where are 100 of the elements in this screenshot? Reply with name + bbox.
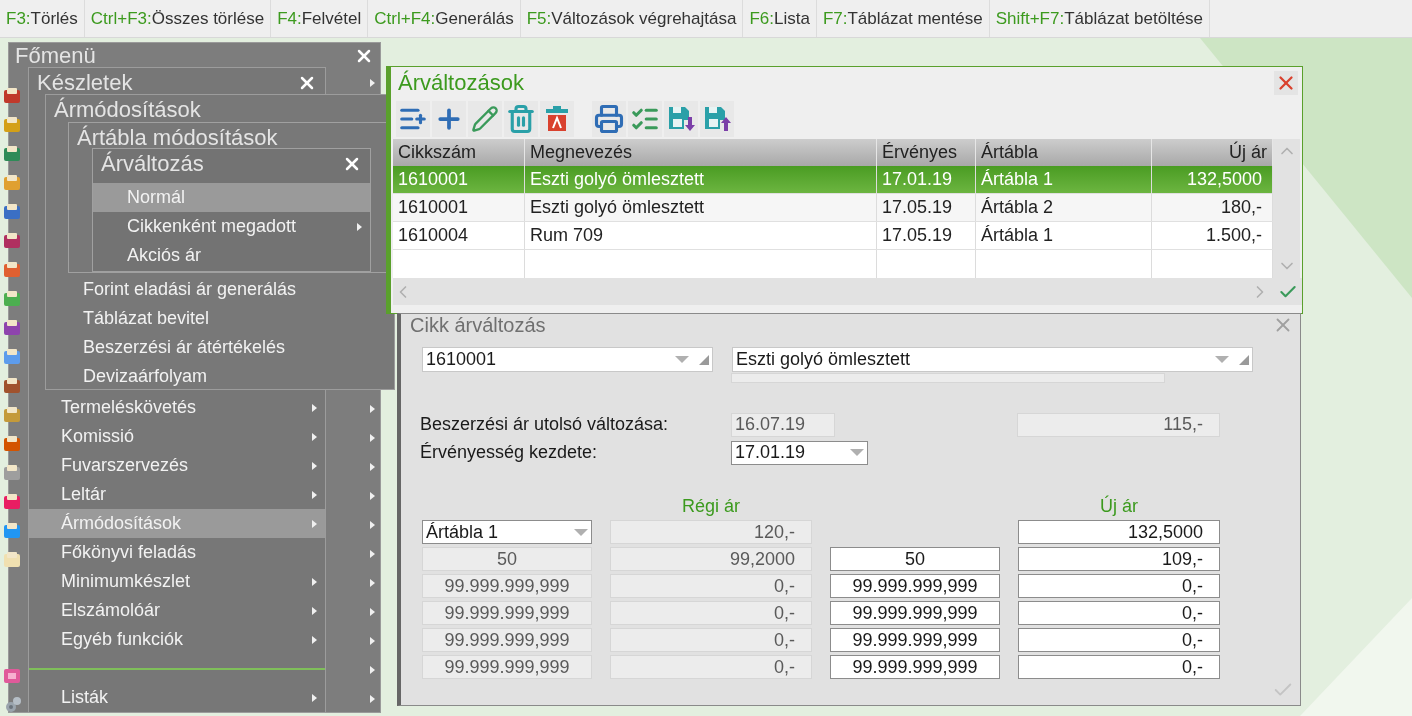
menu-item[interactable]: Akciós ár <box>93 241 370 270</box>
quantity-field[interactable]: 99.999.999,999 <box>830 601 1000 625</box>
module-icon[interactable] <box>3 347 22 366</box>
module-icon[interactable] <box>3 521 22 540</box>
close-button[interactable] <box>1274 71 1298 95</box>
new-price-field[interactable]: 0,- <box>1018 574 1220 598</box>
menu-item[interactable]: Komissió <box>29 422 325 451</box>
table-cell: 1610001 <box>393 166 525 193</box>
quantity-field[interactable]: 99.999.999,999 <box>830 574 1000 598</box>
quantity-field[interactable]: 50 <box>830 547 1000 571</box>
old-price-field[interactable]: 0,- <box>610 628 812 652</box>
menu-item[interactable]: Beszerzési ár átértékelés <box>46 333 297 362</box>
menu-item[interactable]: Listák <box>29 683 325 712</box>
menu-item-label: Minimumkészlet <box>61 570 191 593</box>
quantity-field[interactable]: 99.999.999,999 <box>830 628 1000 652</box>
print-button[interactable] <box>592 101 626 137</box>
module-icon[interactable] <box>3 231 22 250</box>
table-cell: 17.05.19 <box>877 194 976 221</box>
menu-title: Árváltozás <box>101 152 204 175</box>
old-price-field[interactable]: 0,- <box>610 655 812 679</box>
module-icon[interactable] <box>3 144 22 163</box>
function-key-button[interactable]: F7:Táblázat mentése <box>816 0 990 37</box>
menu-item[interactable]: Fuvarszervezés <box>29 451 325 480</box>
module-icon[interactable] <box>3 318 22 337</box>
menu-item[interactable]: Cikkenként megadott <box>93 212 370 241</box>
table-cell: Eszti golyó ömlesztett <box>525 166 877 193</box>
menu-item[interactable]: Devizaárfolyam <box>46 362 297 391</box>
menu-item-label: Egyéb funkciók <box>61 628 184 651</box>
quantity-limit-field[interactable]: 99.999.999,999 <box>422 655 592 679</box>
module-icon[interactable] <box>3 115 22 134</box>
delete-button[interactable] <box>504 101 538 137</box>
quantity-limit-field[interactable]: 99.999.999,999 <box>422 628 592 652</box>
caret-right-icon <box>312 461 317 470</box>
date-field[interactable]: 16.07.19 <box>731 412 835 437</box>
save-table-button[interactable] <box>664 101 698 137</box>
menu-item[interactable]: Termeléskövetés <box>29 393 325 422</box>
gear-icon[interactable] <box>3 695 22 714</box>
module-icon[interactable] <box>3 550 22 569</box>
table-row[interactable]: 1610001 Eszti golyó ömlesztett 17.05.19 Ártábla 2 180,- <box>393 194 1273 222</box>
module-icon[interactable] <box>3 405 22 424</box>
table-row[interactable]: 1610004 Rum 709 17.05.19 Ártábla 1 1.500,- <box>393 222 1273 250</box>
dropdown-arrow-icon <box>1215 356 1229 363</box>
old-price-field[interactable]: 120,- <box>610 520 812 544</box>
load-table-button[interactable] <box>700 101 734 137</box>
menu-item-label: Főkönyvi feladás <box>61 541 197 564</box>
add-list-button[interactable] <box>396 101 430 137</box>
horizontal-scrollbar[interactable] <box>393 278 1302 305</box>
menu-item-label: Akciós ár <box>127 244 202 267</box>
function-key-button[interactable]: F6:Lista <box>743 0 817 37</box>
function-key-button[interactable]: F5:Változások végrehajtása <box>520 0 744 37</box>
module-icon[interactable] <box>3 289 22 308</box>
function-key-button[interactable]: F3:Törlés <box>0 0 85 37</box>
function-key-button[interactable]: Ctrl+F4:Generálás <box>368 0 521 37</box>
old-price-field[interactable]: 99,2000 <box>610 547 812 571</box>
menu-item[interactable]: Elszámolóár <box>29 596 325 625</box>
description-field[interactable] <box>731 373 1165 383</box>
caret-right-icon <box>369 491 375 500</box>
apply-button[interactable] <box>628 101 662 137</box>
delete-all-button[interactable] <box>540 101 574 137</box>
module-icon[interactable] <box>3 463 22 482</box>
menu-item[interactable]: Minimumkészlet <box>29 567 325 596</box>
quantity-limit-field[interactable]: 50 <box>422 547 592 571</box>
menu-item[interactable]: Forint eladási ár generálás <box>46 275 297 304</box>
menu-item[interactable]: Leltár <box>29 480 325 509</box>
edit-button[interactable] <box>468 101 502 137</box>
function-key-button[interactable]: Shift+F7:Táblázat betöltése <box>989 0 1211 37</box>
module-icon[interactable] <box>3 202 22 221</box>
item-code-combo[interactable]: 1610001 <box>422 347 713 372</box>
quantity-field[interactable]: 99.999.999,999 <box>830 655 1000 679</box>
module-icon[interactable] <box>3 260 22 279</box>
module-icon[interactable] <box>3 434 22 453</box>
menu-title: Főmenü <box>15 45 96 67</box>
new-price-field[interactable]: 0,- <box>1018 601 1220 625</box>
new-price-field[interactable]: 109,- <box>1018 547 1220 571</box>
old-price-field[interactable]: 0,- <box>610 574 812 598</box>
module-icon[interactable] <box>3 86 22 105</box>
caret-right-icon <box>369 549 375 558</box>
quantity-limit-field[interactable]: 99.999.999,999 <box>422 601 592 625</box>
vertical-scrollbar[interactable] <box>1273 139 1300 278</box>
old-price-field[interactable]: 0,- <box>610 601 812 625</box>
new-price-field[interactable]: 0,- <box>1018 628 1220 652</box>
menu-item[interactable]: Táblázat bevitel <box>46 304 297 333</box>
menu-item-label: Elszámolóár <box>61 599 161 622</box>
add-button[interactable] <box>432 101 466 137</box>
item-name-combo[interactable]: Eszti golyó ömlesztett <box>732 347 1253 372</box>
menu-item[interactable]: Egyéb funkciók <box>29 625 325 654</box>
module-icon[interactable] <box>3 376 22 395</box>
new-price-field[interactable]: 0,- <box>1018 655 1220 679</box>
function-key-button[interactable]: F4:Felvétel <box>271 0 369 37</box>
quantity-limit-field[interactable]: 99.999.999,999 <box>422 574 592 598</box>
price-field[interactable]: 115,- <box>1017 412 1220 437</box>
caret-right-icon <box>357 222 362 231</box>
price-table-combo[interactable]: Ártábla 1 <box>422 520 592 544</box>
function-key-button[interactable]: Ctrl+F3:Összes törlése <box>84 0 272 37</box>
menu-item[interactable]: Főkönyvi feladás <box>29 538 325 567</box>
new-price-field[interactable]: 132,5000 <box>1018 520 1220 544</box>
caret-right-icon <box>369 694 375 703</box>
date-combo[interactable]: 17.01.19 <box>731 440 868 465</box>
module-icon[interactable] <box>3 173 22 192</box>
module-icon[interactable] <box>3 492 22 511</box>
